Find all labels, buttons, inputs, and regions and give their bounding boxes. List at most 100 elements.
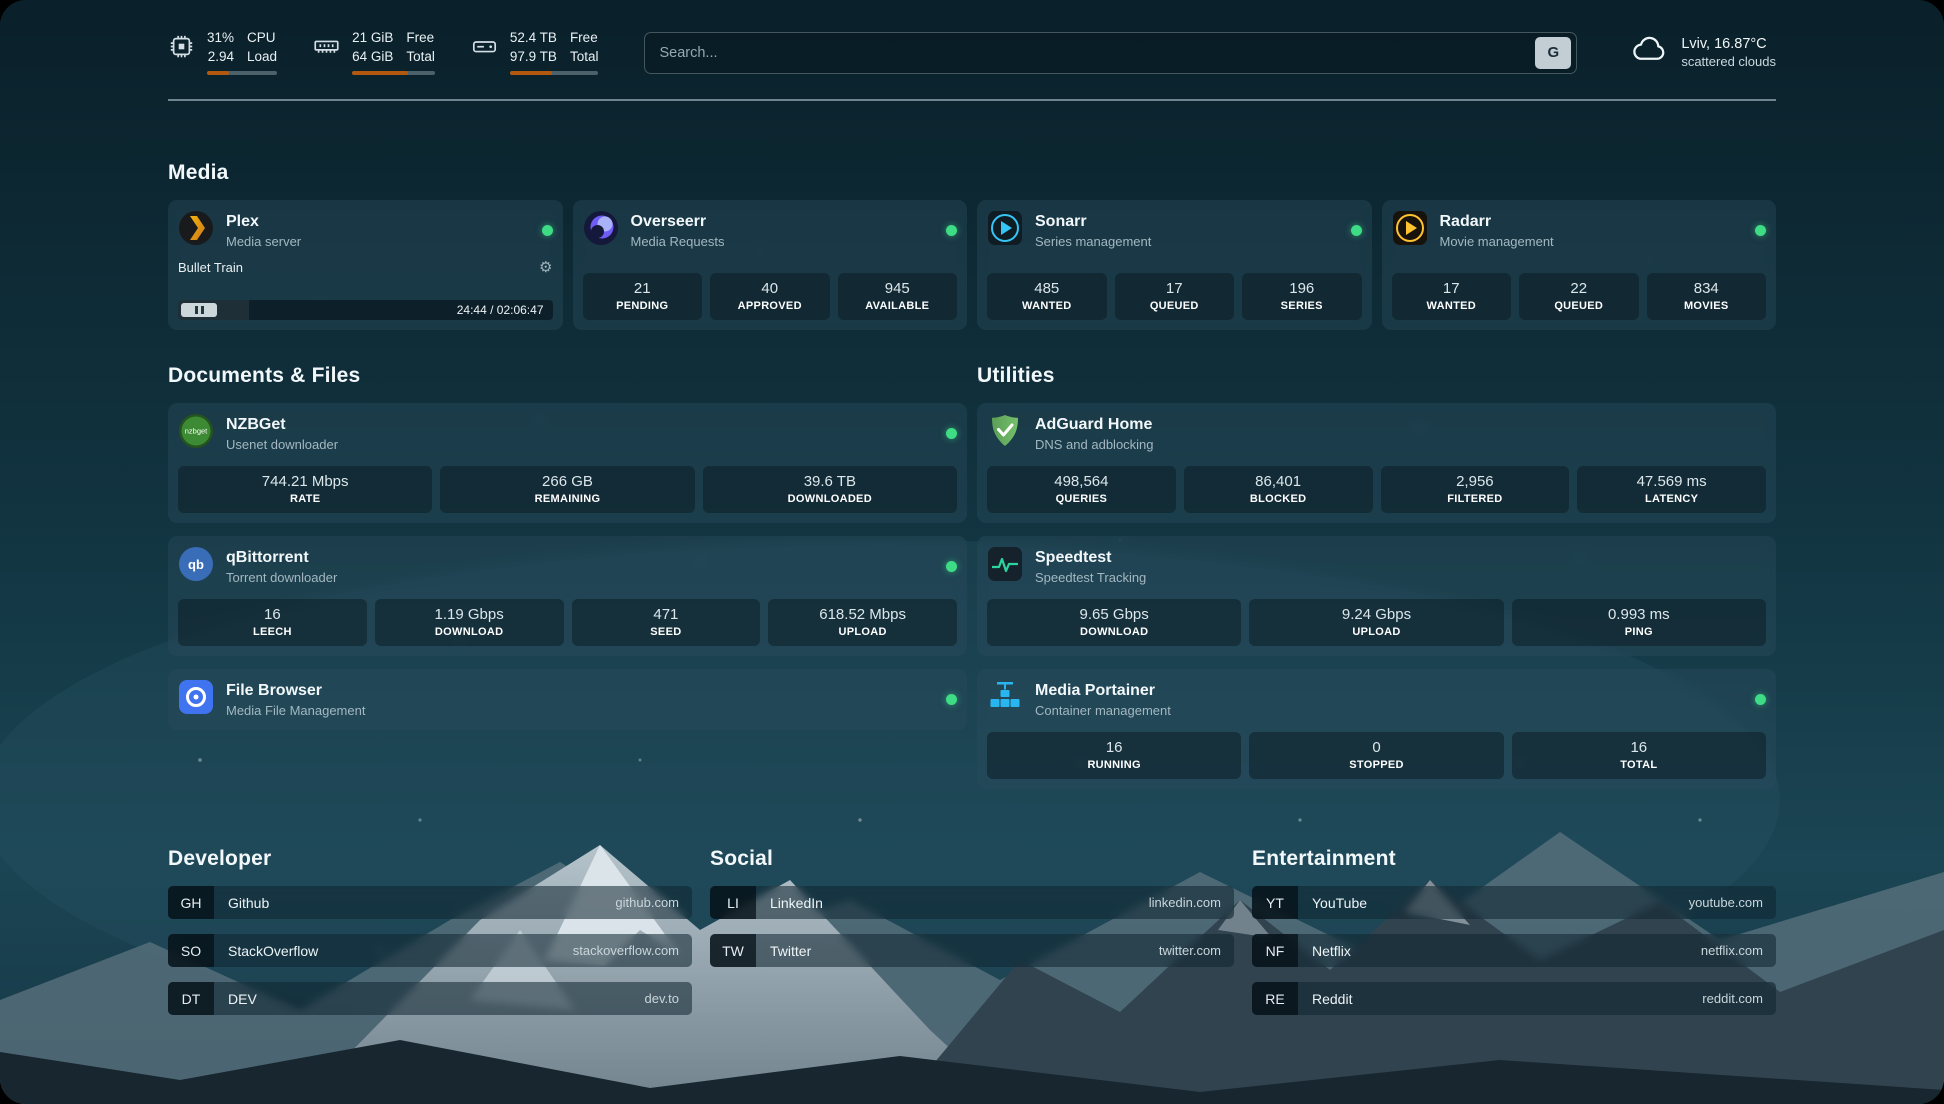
bookmark-abbr: TW bbox=[710, 934, 756, 967]
stat-label: DOWNLOADED bbox=[707, 493, 953, 505]
status-dot-online bbox=[946, 428, 957, 439]
cpu-label: CPU bbox=[247, 30, 277, 46]
stat-value: 834 bbox=[1651, 280, 1763, 297]
stat-label: PENDING bbox=[587, 300, 699, 312]
portainer-card[interactable]: Media Portainer Container management 16 … bbox=[977, 669, 1776, 789]
stat-value: 2,956 bbox=[1385, 473, 1566, 490]
memory-progress-bar bbox=[352, 71, 435, 75]
stat-label: AVAILABLE bbox=[842, 300, 954, 312]
status-dot-online bbox=[946, 225, 957, 236]
filebrowser-card[interactable]: File Browser Media File Management bbox=[168, 669, 967, 730]
bookmark-abbr: SO bbox=[168, 934, 214, 967]
stat-value: 47.569 ms bbox=[1581, 473, 1762, 490]
stat-value: 21 bbox=[587, 280, 699, 297]
bookmark-name: DEV bbox=[228, 991, 257, 1007]
stat-value: 40 bbox=[714, 280, 826, 297]
cpu-load-label: Load bbox=[247, 49, 277, 65]
adguard-icon bbox=[987, 413, 1023, 454]
adguard-card[interactable]: AdGuard Home DNS and adblocking 498,564 … bbox=[977, 403, 1776, 523]
service-description: DNS and adblocking bbox=[1035, 437, 1154, 452]
stat-label: RUNNING bbox=[991, 759, 1237, 771]
radarr-icon bbox=[1392, 210, 1428, 251]
bookmark-abbr: RE bbox=[1252, 982, 1298, 1015]
bookmark-abbr: DT bbox=[168, 982, 214, 1015]
stat-block: 0.993 ms PING bbox=[1512, 599, 1766, 646]
qbittorrent-icon: qb bbox=[178, 546, 214, 587]
utilities-section: Utilities AdGuard Home bbox=[977, 364, 1776, 789]
pause-button[interactable] bbox=[181, 303, 217, 317]
bookmark-url: dev.to bbox=[645, 991, 679, 1006]
portainer-icon bbox=[987, 679, 1023, 720]
sonarr-stats: 485 WANTED 17 QUEUED 196 SERIES bbox=[987, 273, 1362, 320]
radarr-card[interactable]: Radarr Movie management 17 WANTED bbox=[1382, 200, 1777, 330]
bookmark-abbr: YT bbox=[1252, 886, 1298, 919]
memory-free-value: 21 GiB bbox=[352, 30, 393, 46]
weather-widget: Lviv, 16.87°C scattered clouds bbox=[1629, 35, 1776, 70]
overseerr-card[interactable]: Overseerr Media Requests 21 PENDING bbox=[573, 200, 968, 330]
stat-block: 2,956 FILTERED bbox=[1381, 466, 1570, 513]
search-provider-button[interactable]: G bbox=[1535, 37, 1571, 69]
stat-block: 16 LEECH bbox=[178, 599, 367, 646]
stat-value: 16 bbox=[182, 606, 363, 623]
stat-block: 16 TOTAL bbox=[1512, 732, 1766, 779]
qbittorrent-card[interactable]: qb qBittorrent Torrent downloader bbox=[168, 536, 967, 656]
memory-total-value: 64 GiB bbox=[352, 49, 393, 65]
bookmark-url: github.com bbox=[615, 895, 679, 910]
bookmark-abbr: GH bbox=[168, 886, 214, 919]
stat-block: 40 APPROVED bbox=[710, 273, 830, 320]
status-dot-online bbox=[1755, 225, 1766, 236]
stat-value: 485 bbox=[991, 280, 1103, 297]
top-bar: 31% 2.94 CPU Load bbox=[168, 30, 1776, 75]
memory-icon bbox=[313, 33, 340, 75]
memory-free-label: Free bbox=[406, 30, 435, 46]
bookmark-name: LinkedIn bbox=[770, 895, 823, 911]
weather-location: Lviv, 16.87°C bbox=[1681, 36, 1776, 52]
search-input[interactable] bbox=[659, 45, 1535, 61]
nzbget-icon: nzbget bbox=[178, 413, 214, 454]
qbittorrent-stats: 16 LEECH 1.19 Gbps DOWNLOAD 471 SE bbox=[178, 599, 957, 646]
search-bar: G bbox=[644, 32, 1577, 74]
cpu-progress-bar bbox=[207, 71, 277, 75]
adguard-stats: 498,564 QUERIES 86,401 BLOCKED 2,956 bbox=[987, 466, 1766, 513]
bookmark-link[interactable]: DT DEV dev.to bbox=[168, 982, 692, 1015]
stat-label: UPLOAD bbox=[1253, 626, 1499, 638]
nzbget-card[interactable]: nzbget NZBGet Usenet downloader bbox=[168, 403, 967, 523]
bookmark-link[interactable]: TW Twitter twitter.com bbox=[710, 934, 1234, 967]
speedtest-card[interactable]: Speedtest Speedtest Tracking 9.65 Gbps D… bbox=[977, 536, 1776, 656]
cpu-widget: 31% 2.94 CPU Load bbox=[168, 30, 277, 75]
service-name: Overseerr bbox=[631, 212, 725, 231]
bookmark-url: twitter.com bbox=[1159, 943, 1221, 958]
bookmark-url: reddit.com bbox=[1702, 991, 1763, 1006]
header-divider bbox=[168, 99, 1776, 101]
bookmark-url: linkedin.com bbox=[1149, 895, 1221, 910]
status-dot-online bbox=[1351, 225, 1362, 236]
stat-block: 471 SEED bbox=[572, 599, 761, 646]
disk-total-value: 97.9 TB bbox=[510, 49, 557, 65]
stat-block: 9.24 Gbps UPLOAD bbox=[1249, 599, 1503, 646]
stat-block: 485 WANTED bbox=[987, 273, 1107, 320]
bookmark-group-entertainment: Entertainment YT YouTube youtube.com NF … bbox=[1252, 847, 1776, 1015]
sonarr-card[interactable]: Sonarr Series management 485 WANTED bbox=[977, 200, 1372, 330]
plex-card[interactable]: Plex Media server Bullet Train ⚙ 24:44 /… bbox=[168, 200, 563, 330]
bookmark-link[interactable]: YT YouTube youtube.com bbox=[1252, 886, 1776, 919]
svg-text:nzbget: nzbget bbox=[185, 427, 208, 436]
disk-total-label: Total bbox=[570, 49, 599, 65]
bookmark-link[interactable]: GH Github github.com bbox=[168, 886, 692, 919]
service-name: AdGuard Home bbox=[1035, 415, 1154, 434]
stat-value: 0.993 ms bbox=[1516, 606, 1762, 623]
service-name: Radarr bbox=[1440, 212, 1554, 231]
bookmark-link[interactable]: RE Reddit reddit.com bbox=[1252, 982, 1776, 1015]
service-name: qBittorrent bbox=[226, 548, 337, 567]
disk-icon bbox=[471, 33, 498, 75]
gear-icon[interactable]: ⚙ bbox=[539, 260, 552, 275]
stat-value: 945 bbox=[842, 280, 954, 297]
bookmark-link[interactable]: LI LinkedIn linkedin.com bbox=[710, 886, 1234, 919]
stat-label: QUEUED bbox=[1523, 300, 1635, 312]
service-description: Speedtest Tracking bbox=[1035, 570, 1146, 585]
bookmark-link[interactable]: SO StackOverflow stackoverflow.com bbox=[168, 934, 692, 967]
stat-block: 945 AVAILABLE bbox=[838, 273, 958, 320]
bookmark-link[interactable]: NF Netflix netflix.com bbox=[1252, 934, 1776, 967]
entertainment-bookmarks: YT YouTube youtube.com NF Netflix netfli… bbox=[1252, 886, 1776, 1015]
system-widgets: 31% 2.94 CPU Load bbox=[168, 30, 598, 75]
bookmark-name: StackOverflow bbox=[228, 943, 318, 959]
